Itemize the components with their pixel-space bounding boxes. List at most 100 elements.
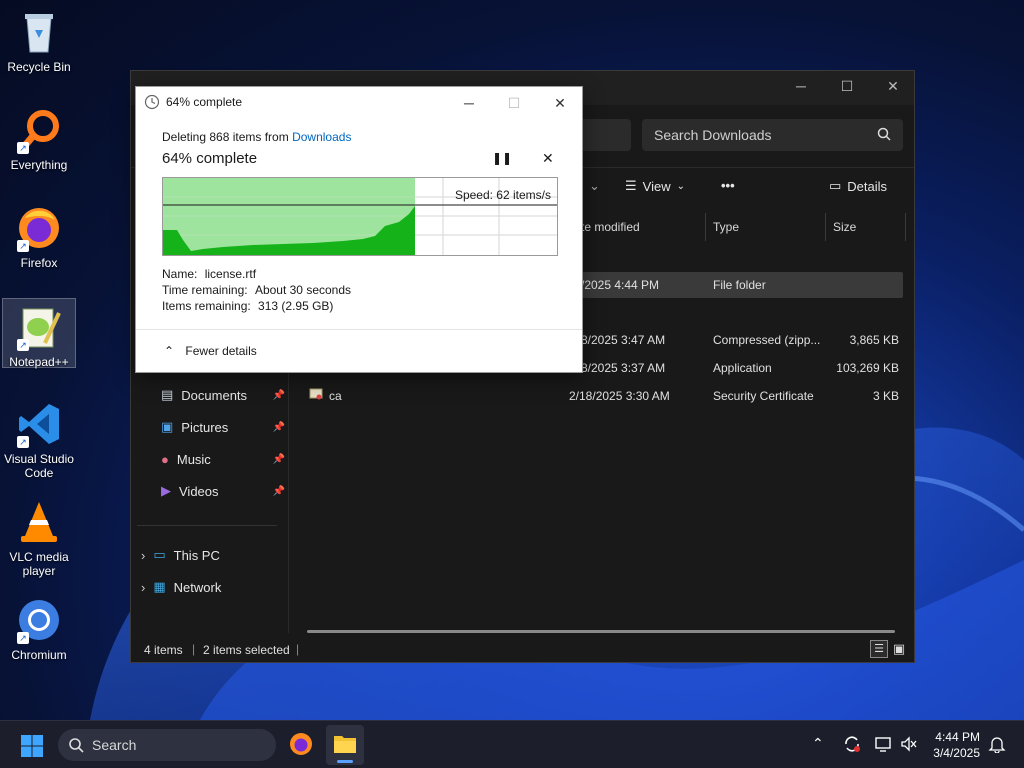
nav-label: Documents <box>181 387 248 403</box>
tiles-view-icon[interactable]: ▣ <box>890 640 908 658</box>
cancel-button[interactable]: ✕ <box>542 150 554 167</box>
details-view-icon[interactable]: ☰ <box>870 640 888 658</box>
firefox-icon: ↗ <box>15 204 63 252</box>
sort-chevron-icon[interactable]: ⌄ <box>589 178 600 194</box>
dialog-title: 64% complete <box>166 95 243 109</box>
downloads-link[interactable]: Downloads <box>292 130 351 144</box>
file-date: /2025 4:44 PM <box>581 278 660 292</box>
music-icon: ● <box>161 451 169 467</box>
taskbar: Search ⌃ 4:44 PM 3/4/2025 <box>0 720 1024 768</box>
pause-button[interactable]: ❚❚ <box>492 151 512 165</box>
items-row: Items remaining: 313 (2.95 GB) <box>162 299 333 313</box>
clock-date: 3/4/2025 <box>933 746 980 760</box>
column-size[interactable]: Size <box>833 213 856 241</box>
column-separator[interactable] <box>705 213 706 241</box>
file-row[interactable]: ca 2/18/2025 3:30 AM Security Certificat… <box>301 383 903 409</box>
column-date-modified[interactable]: te modified <box>581 213 640 241</box>
file-size: 3 KB <box>872 389 899 403</box>
column-type[interactable]: Type <box>713 213 739 241</box>
file-size: 103,269 KB <box>836 361 899 375</box>
details-label: Details <box>847 178 888 194</box>
nav-item-this-pc[interactable]: › ▭ This PC <box>141 542 220 568</box>
desktop-icon-vlc[interactable]: VLC media player <box>2 494 76 578</box>
file-size: 3,865 KB <box>849 333 899 347</box>
notification-bell-icon[interactable] <box>988 735 1006 756</box>
desktop-icon-vscode[interactable]: ↗ Visual Studio Code <box>2 396 76 480</box>
chevron-down-icon: ⌄ <box>676 180 685 192</box>
desktop-icon-everything[interactable]: ↗ Everything <box>2 102 76 172</box>
desktop-icon-label: Notepad++ <box>9 355 69 369</box>
fewer-details-button[interactable]: ⌃ Fewer details <box>164 344 257 358</box>
nav-item-documents[interactable]: ▤ Documents 📌 <box>161 382 285 408</box>
pin-icon: 📌 <box>272 485 285 497</box>
pin-icon: 📌 <box>272 421 285 433</box>
desktop-icon-label: Chromium <box>11 648 67 662</box>
status-separator: | <box>192 642 196 656</box>
volume-muted-icon[interactable] <box>900 735 918 756</box>
documents-icon: ▤ <box>161 387 174 402</box>
time-label: Time remaining: <box>162 283 248 297</box>
desktop-icon-label: Everything <box>10 158 68 172</box>
show-hidden-icons-button[interactable]: ⌃ <box>812 735 824 752</box>
status-selected-count: 2 items selected <box>203 643 290 657</box>
items-label: Items remaining: <box>162 299 251 313</box>
chromium-icon: ↗ <box>15 596 63 644</box>
pictures-icon: ▣ <box>161 419 174 434</box>
dialog-minimize-button[interactable]: ─ <box>454 91 484 115</box>
expand-chevron-icon[interactable]: › <box>141 548 145 563</box>
maximize-button[interactable]: ☐ <box>824 71 870 101</box>
search-input[interactable]: Search Downloads <box>642 119 903 151</box>
firefox-icon <box>290 733 312 755</box>
file-type: Compressed (zipp... <box>713 333 821 347</box>
clock-icon <box>144 94 160 110</box>
file-name: ca <box>329 389 342 403</box>
nav-item-network[interactable]: › ▦ Network <box>141 574 221 600</box>
nav-divider <box>137 525 277 526</box>
file-date: 2/18/2025 3:30 AM <box>569 389 670 403</box>
close-button[interactable]: ✕ <box>870 71 916 101</box>
taskbar-file-explorer-button[interactable] <box>326 725 364 765</box>
nav-label: Network <box>173 579 222 595</box>
network-status-icon[interactable] <box>874 735 892 756</box>
desktop-icon-recycle-bin[interactable]: Recycle Bin <box>2 4 76 74</box>
desktop-icon-firefox[interactable]: ↗ Firefox <box>2 200 76 270</box>
nav-item-music[interactable]: ● Music 📌 <box>161 446 285 472</box>
start-button[interactable] <box>20 734 44 758</box>
desktop-icon-notepad-plus-plus[interactable]: ↗ Notepad++ <box>2 298 76 369</box>
details-pane-button[interactable]: ▭ Details <box>829 178 887 194</box>
sync-icon[interactable] <box>842 734 862 757</box>
dialog-maximize-button: ☐ <box>507 94 521 111</box>
active-app-indicator <box>337 760 353 763</box>
name-label: Name: <box>162 267 198 281</box>
file-date: 8/2025 3:37 AM <box>581 361 666 375</box>
network-icon: ▦ <box>153 579 166 594</box>
taskbar-firefox-button[interactable] <box>288 731 314 757</box>
column-separator[interactable] <box>905 213 906 241</box>
progress-heading: 64% complete <box>162 150 258 167</box>
expand-chevron-icon[interactable]: › <box>141 580 145 595</box>
view-button[interactable]: ☰ View ⌄ <box>625 178 685 194</box>
column-separator[interactable] <box>825 213 826 241</box>
windows-logo-icon <box>21 735 43 757</box>
dialog-close-button[interactable]: ✕ <box>545 91 575 115</box>
nav-item-pictures[interactable]: ▣ Pictures 📌 <box>161 414 285 440</box>
progress-chart: Speed: 62 items/s <box>162 177 558 256</box>
horizontal-scrollbar[interactable] <box>307 630 895 633</box>
file-date: 8/2025 3:47 AM <box>581 333 666 347</box>
taskbar-search-box[interactable]: Search <box>58 729 276 761</box>
recycle-bin-icon <box>15 8 63 56</box>
search-icon <box>877 127 891 144</box>
folder-icon <box>334 736 356 753</box>
this-pc-icon: ▭ <box>153 547 166 562</box>
nav-item-videos[interactable]: ▶ Videos 📌 <box>161 478 285 504</box>
search-placeholder: Search Downloads <box>654 127 772 143</box>
nav-label: Videos <box>179 483 219 499</box>
more-options-button[interactable]: ••• <box>721 178 735 193</box>
fewer-details-label: Fewer details <box>185 344 257 358</box>
search-icon <box>68 737 84 756</box>
taskbar-clock[interactable]: 4:44 PM 3/4/2025 <box>933 729 980 761</box>
desktop-icon-chromium[interactable]: ↗ Chromium <box>2 592 76 662</box>
pin-icon: 📌 <box>272 453 285 465</box>
minimize-button[interactable]: ─ <box>778 71 824 101</box>
taskbar-search-placeholder: Search <box>92 737 137 753</box>
